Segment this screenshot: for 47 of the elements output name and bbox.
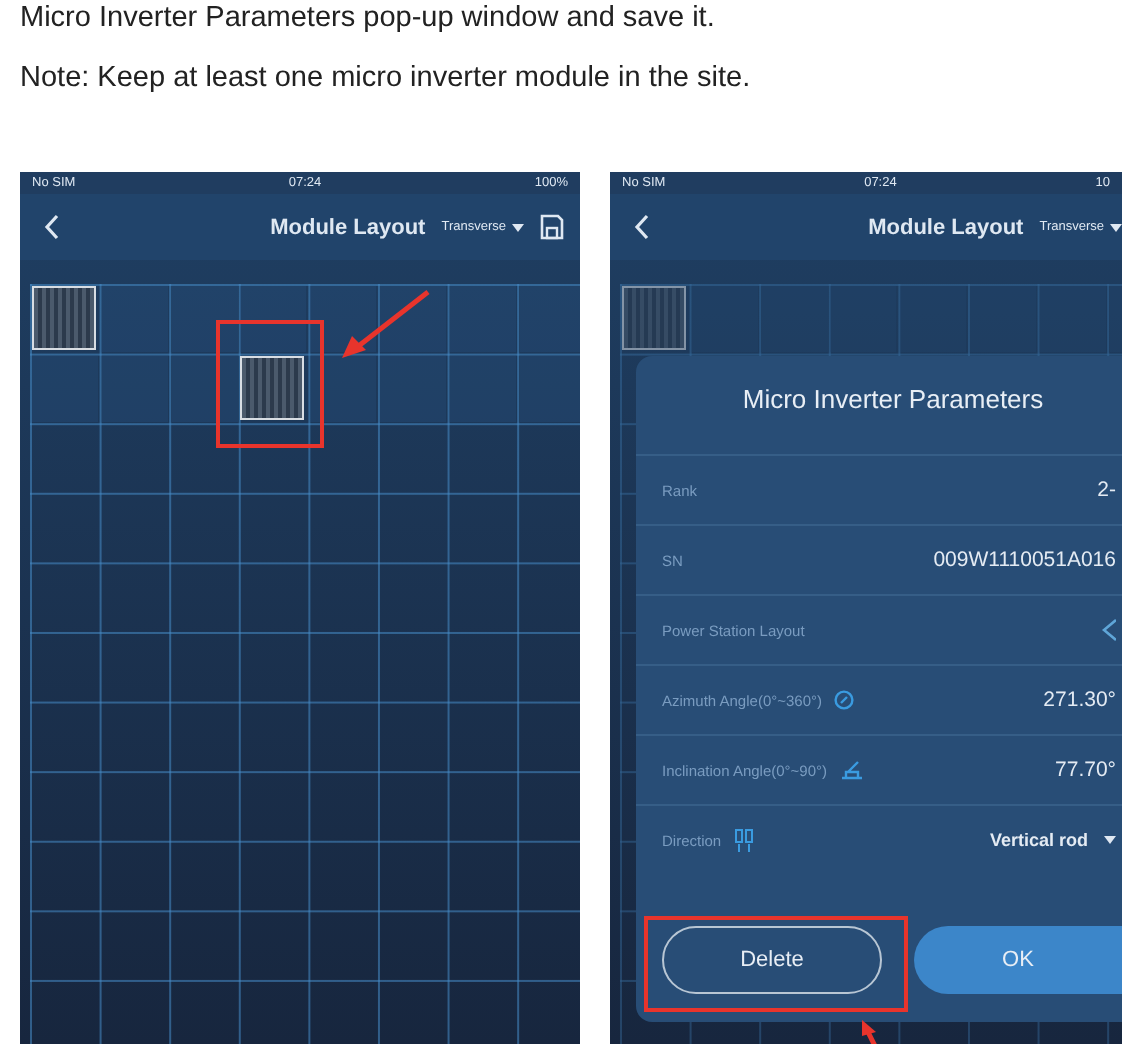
compass-icon xyxy=(834,690,855,710)
grid-cell[interactable] xyxy=(761,286,828,352)
highlight-frame xyxy=(216,320,324,448)
grid-cell[interactable] xyxy=(970,286,1036,352)
panels-icon xyxy=(733,827,754,853)
solar-module[interactable] xyxy=(622,286,686,350)
back-icon xyxy=(634,214,650,240)
paragraph-text: Micro Inverter Parameters pop-up window and save it. xyxy=(20,0,717,38)
grid-cell[interactable] xyxy=(900,286,967,352)
dialog-title: Micro Inverter Parameters xyxy=(740,382,1046,418)
grid-cell[interactable] xyxy=(240,286,307,352)
grid-cell[interactable] xyxy=(310,355,377,422)
direction-dropdown[interactable]: Vertical rod xyxy=(989,830,1116,850)
layout-icon xyxy=(1100,618,1116,642)
grid-cell[interactable] xyxy=(310,286,377,352)
delete-button[interactable]: Delete xyxy=(662,926,882,994)
grid-cell[interactable] xyxy=(449,355,516,422)
incline-icon xyxy=(839,760,864,780)
screen-title: Module Layout xyxy=(868,215,1024,239)
field-value: 77.70° xyxy=(1055,758,1116,782)
caret-icon xyxy=(1104,836,1116,844)
grid-cell[interactable] xyxy=(171,286,238,352)
field-value: 271.30° xyxy=(1043,688,1116,712)
screen-title: Module Layout xyxy=(270,215,426,239)
grid-cell[interactable] xyxy=(449,286,516,352)
caret-icon xyxy=(512,223,524,231)
grid-cell[interactable] xyxy=(32,355,98,422)
back-icon xyxy=(44,214,60,240)
grid-cell[interactable] xyxy=(1039,286,1106,352)
note-text: Note: Keep at least one micro inverter module in the site. xyxy=(20,62,753,96)
grid-cell[interactable] xyxy=(830,286,897,352)
grid-cell[interactable] xyxy=(519,355,580,422)
grid-cell[interactable] xyxy=(519,286,580,352)
field-value: 2- xyxy=(1097,478,1116,502)
grid-cell[interactable] xyxy=(171,355,238,422)
solar-module[interactable] xyxy=(240,355,305,420)
grid-cell[interactable] xyxy=(380,286,446,352)
grid-cell[interactable] xyxy=(101,286,168,352)
grid-cell[interactable] xyxy=(101,355,168,422)
arrow-annotation xyxy=(336,288,432,360)
grid-cell[interactable] xyxy=(380,355,446,422)
arrow-annotation xyxy=(858,1020,882,1044)
field-value: 009W1110051A016 xyxy=(933,548,1116,572)
grid-cell[interactable] xyxy=(691,286,758,352)
save-icon xyxy=(540,214,564,240)
solar-module[interactable] xyxy=(32,286,96,350)
caret-icon xyxy=(1110,223,1122,231)
